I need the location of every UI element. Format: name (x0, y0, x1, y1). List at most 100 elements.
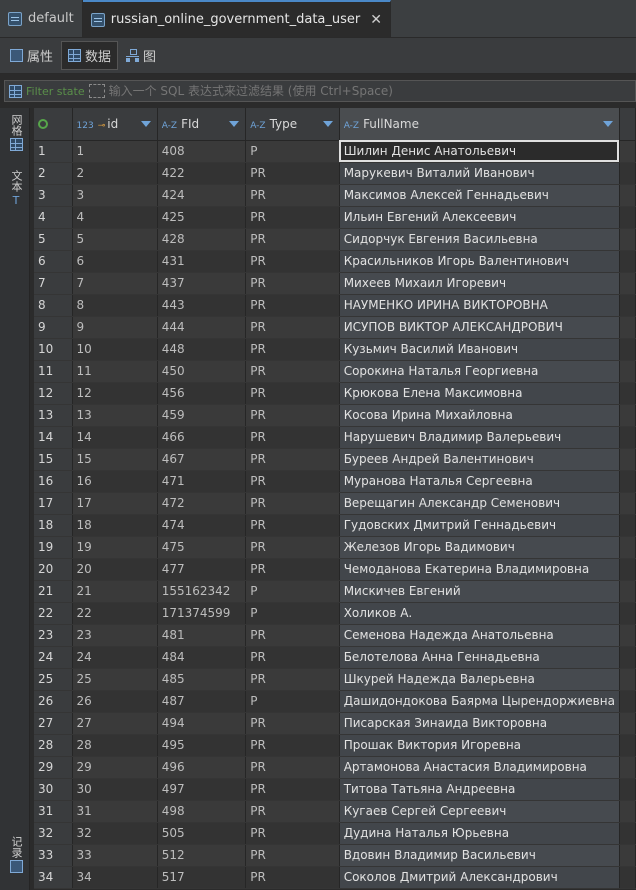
cell-fullname[interactable]: Белотелова Анна Геннадьевна (339, 646, 620, 669)
table-row[interactable]: 29 29 496 PR Артамонова Анастасия Владимиров… (34, 756, 636, 779)
grid-view-button[interactable]: 网格 (6, 114, 26, 151)
cell-type[interactable]: PR (245, 228, 340, 251)
table-row[interactable]: 1 1 408 P Шилин Денис Анатольевич (34, 140, 636, 163)
cell-fid[interactable]: 155162342 (157, 580, 247, 603)
cell-fullname[interactable]: Шилин Денис Анатольевич (339, 140, 620, 163)
table-row[interactable]: 16 16 471 PR Муранова Наталья Сергеевна (34, 470, 636, 493)
table-row[interactable]: 12 12 456 PR Крюкова Елена Максимовна (34, 382, 636, 405)
cell-id[interactable]: 11 (72, 360, 158, 383)
cell-type[interactable]: PR (245, 536, 340, 559)
cell-fullname[interactable]: Нарушевич Владимир Валерьевич (339, 426, 620, 449)
cell-type[interactable]: PR (245, 382, 340, 405)
cell-id[interactable]: 20 (72, 558, 158, 581)
cell-fullname[interactable]: Косова Ирина Михайловна (339, 404, 620, 427)
cell-id[interactable]: 16 (72, 470, 158, 493)
cell-fid[interactable]: 471 (157, 470, 247, 493)
cell-id[interactable]: 25 (72, 668, 158, 691)
cell-type[interactable]: PR (245, 558, 340, 581)
cell-fid[interactable]: 466 (157, 426, 247, 449)
cell-fid[interactable]: 487 (157, 690, 247, 713)
cell-type[interactable]: PR (245, 250, 340, 273)
cell-fullname[interactable]: Шкурей Надежда Валерьевна (339, 668, 620, 691)
cell-fullname[interactable]: Буреев Андрей Валентинович (339, 448, 620, 471)
cell-fid[interactable]: 495 (157, 734, 247, 757)
sort-arrow-icon[interactable] (602, 121, 613, 127)
cell-type[interactable]: PR (245, 272, 340, 295)
cell-type[interactable]: PR (245, 712, 340, 735)
cell-fullname[interactable]: Ильин Евгений Алексеевич (339, 206, 620, 229)
subtab-properties[interactable]: 属性 (4, 42, 59, 69)
table-row[interactable]: 9 9 444 PR ИСУПОВ ВИКТОР АЛЕКСАНДРОВИЧ (34, 316, 636, 339)
cell-type[interactable]: PR (245, 316, 340, 339)
cell-fullname[interactable]: Холиков А. (339, 602, 620, 625)
cell-fid[interactable]: 477 (157, 558, 247, 581)
column-header-fid[interactable]: A-Z FId (157, 108, 247, 141)
cell-id[interactable]: 17 (72, 492, 158, 515)
cell-type[interactable]: PR (245, 492, 340, 515)
cell-fullname[interactable]: Титова Татьяна Андреевна (339, 778, 620, 801)
cell-id[interactable]: 10 (72, 338, 158, 361)
cell-id[interactable]: 12 (72, 382, 158, 405)
cell-type[interactable]: PR (245, 756, 340, 779)
sort-arrow-icon[interactable] (140, 121, 151, 127)
table-row[interactable]: 28 28 495 PR Прошак Виктория Игоревна (34, 734, 636, 757)
cell-type[interactable]: PR (245, 206, 340, 229)
cell-id[interactable]: 28 (72, 734, 158, 757)
cell-fid[interactable]: 498 (157, 800, 247, 823)
cell-id[interactable]: 34 (72, 866, 158, 889)
cell-type[interactable]: PR (245, 822, 340, 845)
table-row[interactable]: 13 13 459 PR Косова Ирина Михайловна (34, 404, 636, 427)
cell-type[interactable]: PR (245, 624, 340, 647)
cell-id[interactable]: 4 (72, 206, 158, 229)
cell-id[interactable]: 22 (72, 602, 158, 625)
cell-type[interactable]: PR (245, 448, 340, 471)
cell-fullname[interactable]: Михеев Михаил Игоревич (339, 272, 620, 295)
cell-id[interactable]: 33 (72, 844, 158, 867)
cell-fid[interactable]: 424 (157, 184, 247, 207)
cell-fid[interactable]: 494 (157, 712, 247, 735)
close-icon[interactable]: ✕ (370, 12, 382, 28)
cell-fid[interactable]: 431 (157, 250, 247, 273)
cell-fullname[interactable]: Железов Игорь Вадимович (339, 536, 620, 559)
cell-fid[interactable]: 456 (157, 382, 247, 405)
table-row[interactable]: 22 22 171374599 P Холиков А. (34, 602, 636, 625)
cell-fullname[interactable]: Красильников Игорь Валентинович (339, 250, 620, 273)
cell-id[interactable]: 15 (72, 448, 158, 471)
column-header-fullname[interactable]: A-Z FullName (339, 108, 620, 141)
cell-id[interactable]: 8 (72, 294, 158, 317)
table-row[interactable]: 24 24 484 PR Белотелова Анна Геннадьевна (34, 646, 636, 669)
cell-fid[interactable]: 425 (157, 206, 247, 229)
cell-fullname[interactable]: Писарская Зинаида Викторовна (339, 712, 620, 735)
table-row[interactable]: 2 2 422 PR Марукевич Виталий Иванович (34, 162, 636, 185)
cell-fid[interactable]: 472 (157, 492, 247, 515)
cell-id[interactable]: 2 (72, 162, 158, 185)
cell-id[interactable]: 19 (72, 536, 158, 559)
cell-type[interactable]: P (245, 140, 340, 163)
column-header-type[interactable]: A-Z Type (245, 108, 340, 141)
table-row[interactable]: 26 26 487 P Дашидондокова Баярма Цырендоржие… (34, 690, 636, 713)
cell-fullname[interactable]: Кугаев Сергей Сергеевич (339, 800, 620, 823)
cell-type[interactable]: PR (245, 778, 340, 801)
sql-filter-input[interactable] (108, 84, 589, 98)
cell-id[interactable]: 27 (72, 712, 158, 735)
cell-id[interactable]: 7 (72, 272, 158, 295)
table-row[interactable]: 27 27 494 PR Писарская Зинаида Викторовна (34, 712, 636, 735)
table-row[interactable]: 11 11 450 PR Сорокина Наталья Георгиевна (34, 360, 636, 383)
cell-fid[interactable]: 484 (157, 646, 247, 669)
cell-fullname[interactable]: Марукевич Виталий Иванович (339, 162, 620, 185)
row-counter-header[interactable] (34, 108, 73, 141)
sort-arrow-icon[interactable] (322, 121, 333, 127)
cell-id[interactable]: 30 (72, 778, 158, 801)
cell-type[interactable]: PR (245, 338, 340, 361)
cell-type[interactable]: PR (245, 184, 340, 207)
cell-fullname[interactable]: Дашидондокова Баярма Цырендоржиевна (339, 690, 620, 713)
cell-fullname[interactable]: Дудина Наталья Юрьевна (339, 822, 620, 845)
cell-fid[interactable]: 512 (157, 844, 247, 867)
table-row[interactable]: 3 3 424 PR Максимов Алексей Геннадьевич (34, 184, 636, 207)
cell-type[interactable]: PR (245, 646, 340, 669)
cell-fullname[interactable]: Крюкова Елена Максимовна (339, 382, 620, 405)
cell-fid[interactable]: 459 (157, 404, 247, 427)
cell-type[interactable]: PR (245, 360, 340, 383)
cell-fullname[interactable]: Семенова Надежда Анатольевна (339, 624, 620, 647)
cell-fullname[interactable]: Кузьмич Василий Иванович (339, 338, 620, 361)
